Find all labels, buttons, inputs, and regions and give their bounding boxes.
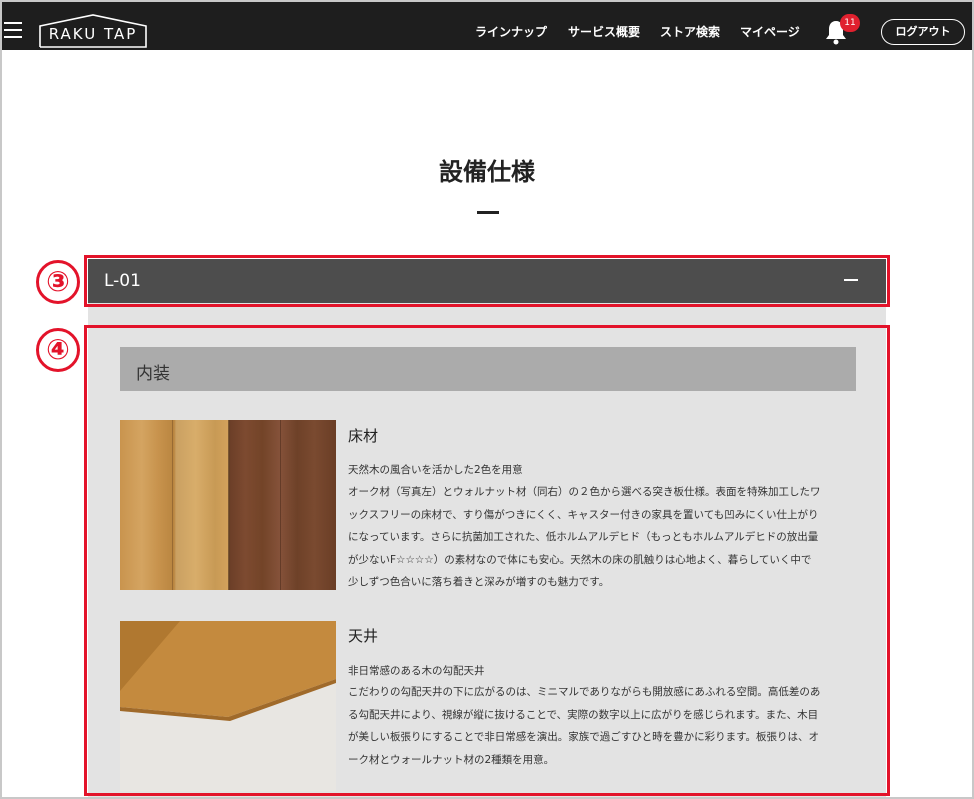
logo-text: RAKU TAP — [48, 25, 138, 43]
floor-material-photo — [120, 420, 336, 590]
annotation-marker-4: ④ — [36, 328, 80, 372]
site-header: RAKU TAP ラインナップ サービス概要 ストア検索 マイページ 11 ログ… — [2, 2, 972, 50]
logout-button[interactable]: ログアウト — [881, 19, 965, 45]
item-description-floor: オーク材（写真左）とウォルナット材（同右）の２色から選べる突き板仕様。表面を特殊… — [348, 486, 821, 588]
item-title-floor: 床材 — [348, 427, 379, 445]
page-title: 設備仕様 — [439, 158, 535, 186]
item-title-ceiling: 天井 — [348, 627, 379, 645]
raku-tap-logo[interactable]: RAKU TAP — [38, 14, 148, 48]
title-divider — [477, 211, 499, 214]
accordion-header-l01[interactable]: L-01 — [88, 259, 886, 303]
accordion-label: L-01 — [104, 271, 141, 291]
item-subtitle-floor: 天然木の風合いを活かした2色を用意 — [348, 464, 523, 476]
nav-store-search[interactable]: ストア検索 — [660, 23, 720, 40]
item-subtitle-ceiling: 非日常感のある木の勾配天井 — [348, 665, 485, 677]
nav-service-overview[interactable]: サービス概要 — [568, 23, 640, 40]
collapse-minus-icon[interactable] — [844, 279, 858, 281]
nav-my-page[interactable]: マイページ — [740, 23, 800, 40]
hamburger-menu-icon[interactable] — [4, 22, 22, 38]
section-label: 内装 — [136, 364, 170, 384]
item-description-ceiling: こだわりの勾配天井の下に広がるのは、ミニマルでありながらも開放感にあふれる空間。… — [348, 686, 821, 766]
nav-lineup[interactable]: ラインナップ — [475, 23, 547, 40]
ceiling-photo — [120, 621, 336, 791]
notification-badge: 11 — [840, 14, 860, 32]
annotation-marker-3: ③ — [36, 260, 80, 304]
section-header-interior: 内装 — [120, 347, 856, 391]
